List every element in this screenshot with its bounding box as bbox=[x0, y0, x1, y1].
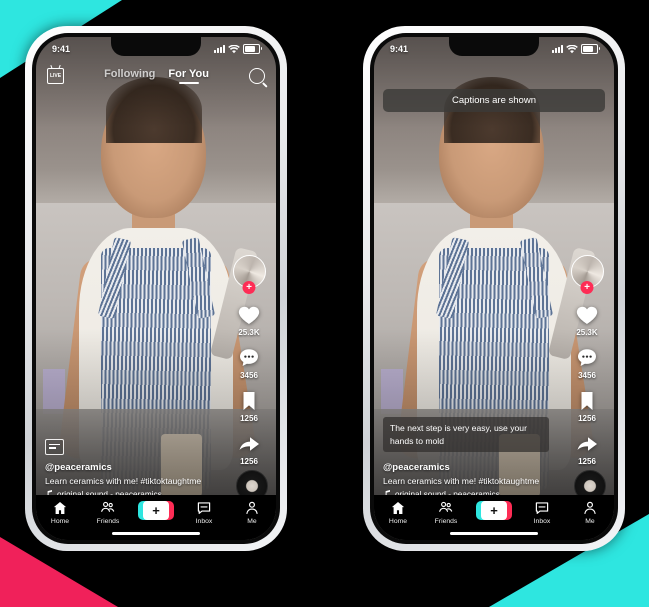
search-icon[interactable] bbox=[249, 68, 265, 84]
nav-item-me[interactable]: Me bbox=[566, 500, 614, 525]
signal-bars-icon bbox=[214, 45, 225, 53]
inbox-icon[interactable] bbox=[534, 500, 550, 516]
follow-button[interactable]: + bbox=[242, 281, 256, 294]
like-count: 25.3K bbox=[238, 328, 260, 337]
share-count: 1256 bbox=[240, 457, 258, 466]
phone-mockup-right: 9:41 Captions are shown + 25.3K 3456 125… bbox=[363, 26, 625, 551]
bookmark-action[interactable]: 1256 bbox=[237, 389, 261, 423]
bookmark-icon[interactable] bbox=[575, 389, 599, 413]
comment-action[interactable]: 3456 bbox=[575, 346, 599, 380]
follow-button[interactable]: + bbox=[580, 281, 594, 294]
nav-label-home: Home bbox=[50, 518, 70, 525]
phone-bezel-left: 9:41 LIVE Following For You + 25.3K 3456… bbox=[32, 33, 280, 544]
live-icon[interactable]: LIVE bbox=[47, 68, 64, 84]
action-rail-left: + 25.3K 3456 1256 1256 bbox=[228, 255, 270, 466]
create-plus-icon[interactable]: + bbox=[138, 501, 174, 520]
nav-label-inbox: Inbox bbox=[533, 518, 551, 525]
share-action[interactable]: 1256 bbox=[237, 432, 261, 466]
captions-overlay[interactable]: The next step is very easy, use your han… bbox=[383, 417, 549, 452]
person-icon[interactable] bbox=[582, 500, 598, 516]
heart-icon[interactable] bbox=[237, 303, 261, 327]
bookmark-action[interactable]: 1256 bbox=[575, 389, 599, 423]
nav-label-me: Me bbox=[247, 518, 257, 525]
nav-item-inbox[interactable]: Inbox bbox=[518, 500, 566, 525]
nav-label-home: Home bbox=[388, 518, 408, 525]
like-action[interactable]: 25.3K bbox=[575, 303, 599, 337]
comment-icon[interactable] bbox=[575, 346, 599, 370]
video-description: Learn ceramics with me! #tiktoktaughtme bbox=[45, 475, 202, 486]
battery-icon bbox=[243, 44, 262, 54]
like-count: 25.3K bbox=[576, 328, 598, 337]
nav-label-inbox: Inbox bbox=[195, 518, 213, 525]
home-indicator[interactable] bbox=[450, 532, 538, 535]
battery-icon bbox=[581, 44, 600, 54]
phone-bezel-right: 9:41 Captions are shown + 25.3K 3456 125… bbox=[370, 33, 618, 544]
nav-item-create[interactable]: + bbox=[132, 500, 180, 520]
nav-item-inbox[interactable]: Inbox bbox=[180, 500, 228, 525]
feed-tabs: Following For You bbox=[104, 68, 209, 84]
video-meta-right: @peaceramics Learn ceramics with me! #ti… bbox=[383, 462, 562, 499]
create-plus-glyph[interactable]: + bbox=[143, 501, 169, 520]
share-icon[interactable] bbox=[575, 432, 599, 456]
signal-bars-icon bbox=[552, 45, 563, 53]
captions-toast: Captions are shown bbox=[383, 89, 605, 112]
create-plus-glyph[interactable]: + bbox=[481, 501, 507, 520]
creator-avatar-wrap[interactable]: + bbox=[570, 255, 604, 294]
inbox-icon[interactable] bbox=[196, 500, 212, 516]
bookmark-count: 1256 bbox=[240, 414, 258, 423]
home-icon[interactable] bbox=[390, 500, 406, 516]
home-indicator[interactable] bbox=[112, 532, 200, 535]
captions-text: The next step is very easy, use your han… bbox=[390, 423, 527, 446]
heart-icon[interactable] bbox=[575, 303, 599, 327]
bookmark-icon[interactable] bbox=[237, 389, 261, 413]
phone-screen-left: 9:41 LIVE Following For You + 25.3K 3456… bbox=[36, 37, 276, 540]
share-action[interactable]: 1256 bbox=[575, 432, 599, 466]
person-icon[interactable] bbox=[244, 500, 260, 516]
status-time: 9:41 bbox=[390, 44, 409, 54]
nav-label-friends: Friends bbox=[434, 518, 458, 525]
phone-screen-right: 9:41 Captions are shown + 25.3K 3456 125… bbox=[374, 37, 614, 540]
comment-icon[interactable] bbox=[237, 346, 261, 370]
comment-count: 3456 bbox=[240, 371, 258, 380]
creator-handle[interactable]: @peaceramics bbox=[45, 462, 224, 473]
nav-item-friends[interactable]: Friends bbox=[84, 500, 132, 525]
top-navigation-bar: LIVE Following For You bbox=[36, 63, 276, 89]
nav-item-home[interactable]: Home bbox=[374, 500, 422, 525]
nav-item-friends[interactable]: Friends bbox=[422, 500, 470, 525]
wifi-icon bbox=[228, 44, 240, 53]
phone-mockup-left: 9:41 LIVE Following For You + 25.3K 3456… bbox=[25, 26, 287, 551]
video-description: Learn ceramics with me! #tiktoktaughtme bbox=[383, 475, 540, 486]
status-indicators bbox=[552, 44, 600, 54]
phone-notch bbox=[111, 37, 201, 56]
home-icon[interactable] bbox=[52, 500, 68, 516]
like-action[interactable]: 25.3K bbox=[237, 303, 261, 337]
status-time: 9:41 bbox=[52, 44, 71, 54]
action-rail-right: + 25.3K 3456 1256 1256 bbox=[566, 255, 608, 466]
status-indicators bbox=[214, 44, 262, 54]
share-count: 1256 bbox=[578, 457, 596, 466]
captions-toggle-icon[interactable] bbox=[45, 438, 64, 455]
nav-label-me: Me bbox=[585, 518, 595, 525]
creator-handle[interactable]: @peaceramics bbox=[383, 462, 562, 473]
video-meta-left: @peaceramics Learn ceramics with me! #ti… bbox=[45, 438, 224, 499]
creator-avatar-wrap[interactable]: + bbox=[232, 255, 266, 294]
tab-for-you[interactable]: For You bbox=[168, 68, 209, 84]
nav-item-create[interactable]: + bbox=[470, 500, 518, 520]
nav-label-friends: Friends bbox=[96, 518, 120, 525]
tab-following[interactable]: Following bbox=[104, 68, 155, 84]
share-icon[interactable] bbox=[237, 432, 261, 456]
comment-action[interactable]: 3456 bbox=[237, 346, 261, 380]
friends-icon[interactable] bbox=[100, 500, 116, 516]
phone-notch bbox=[449, 37, 539, 56]
bookmark-count: 1256 bbox=[578, 414, 596, 423]
toast-message: Captions are shown bbox=[452, 95, 536, 106]
friends-icon[interactable] bbox=[438, 500, 454, 516]
wifi-icon bbox=[566, 44, 578, 53]
comment-count: 3456 bbox=[578, 371, 596, 380]
nav-item-me[interactable]: Me bbox=[228, 500, 276, 525]
nav-item-home[interactable]: Home bbox=[36, 500, 84, 525]
create-plus-icon[interactable]: + bbox=[476, 501, 512, 520]
